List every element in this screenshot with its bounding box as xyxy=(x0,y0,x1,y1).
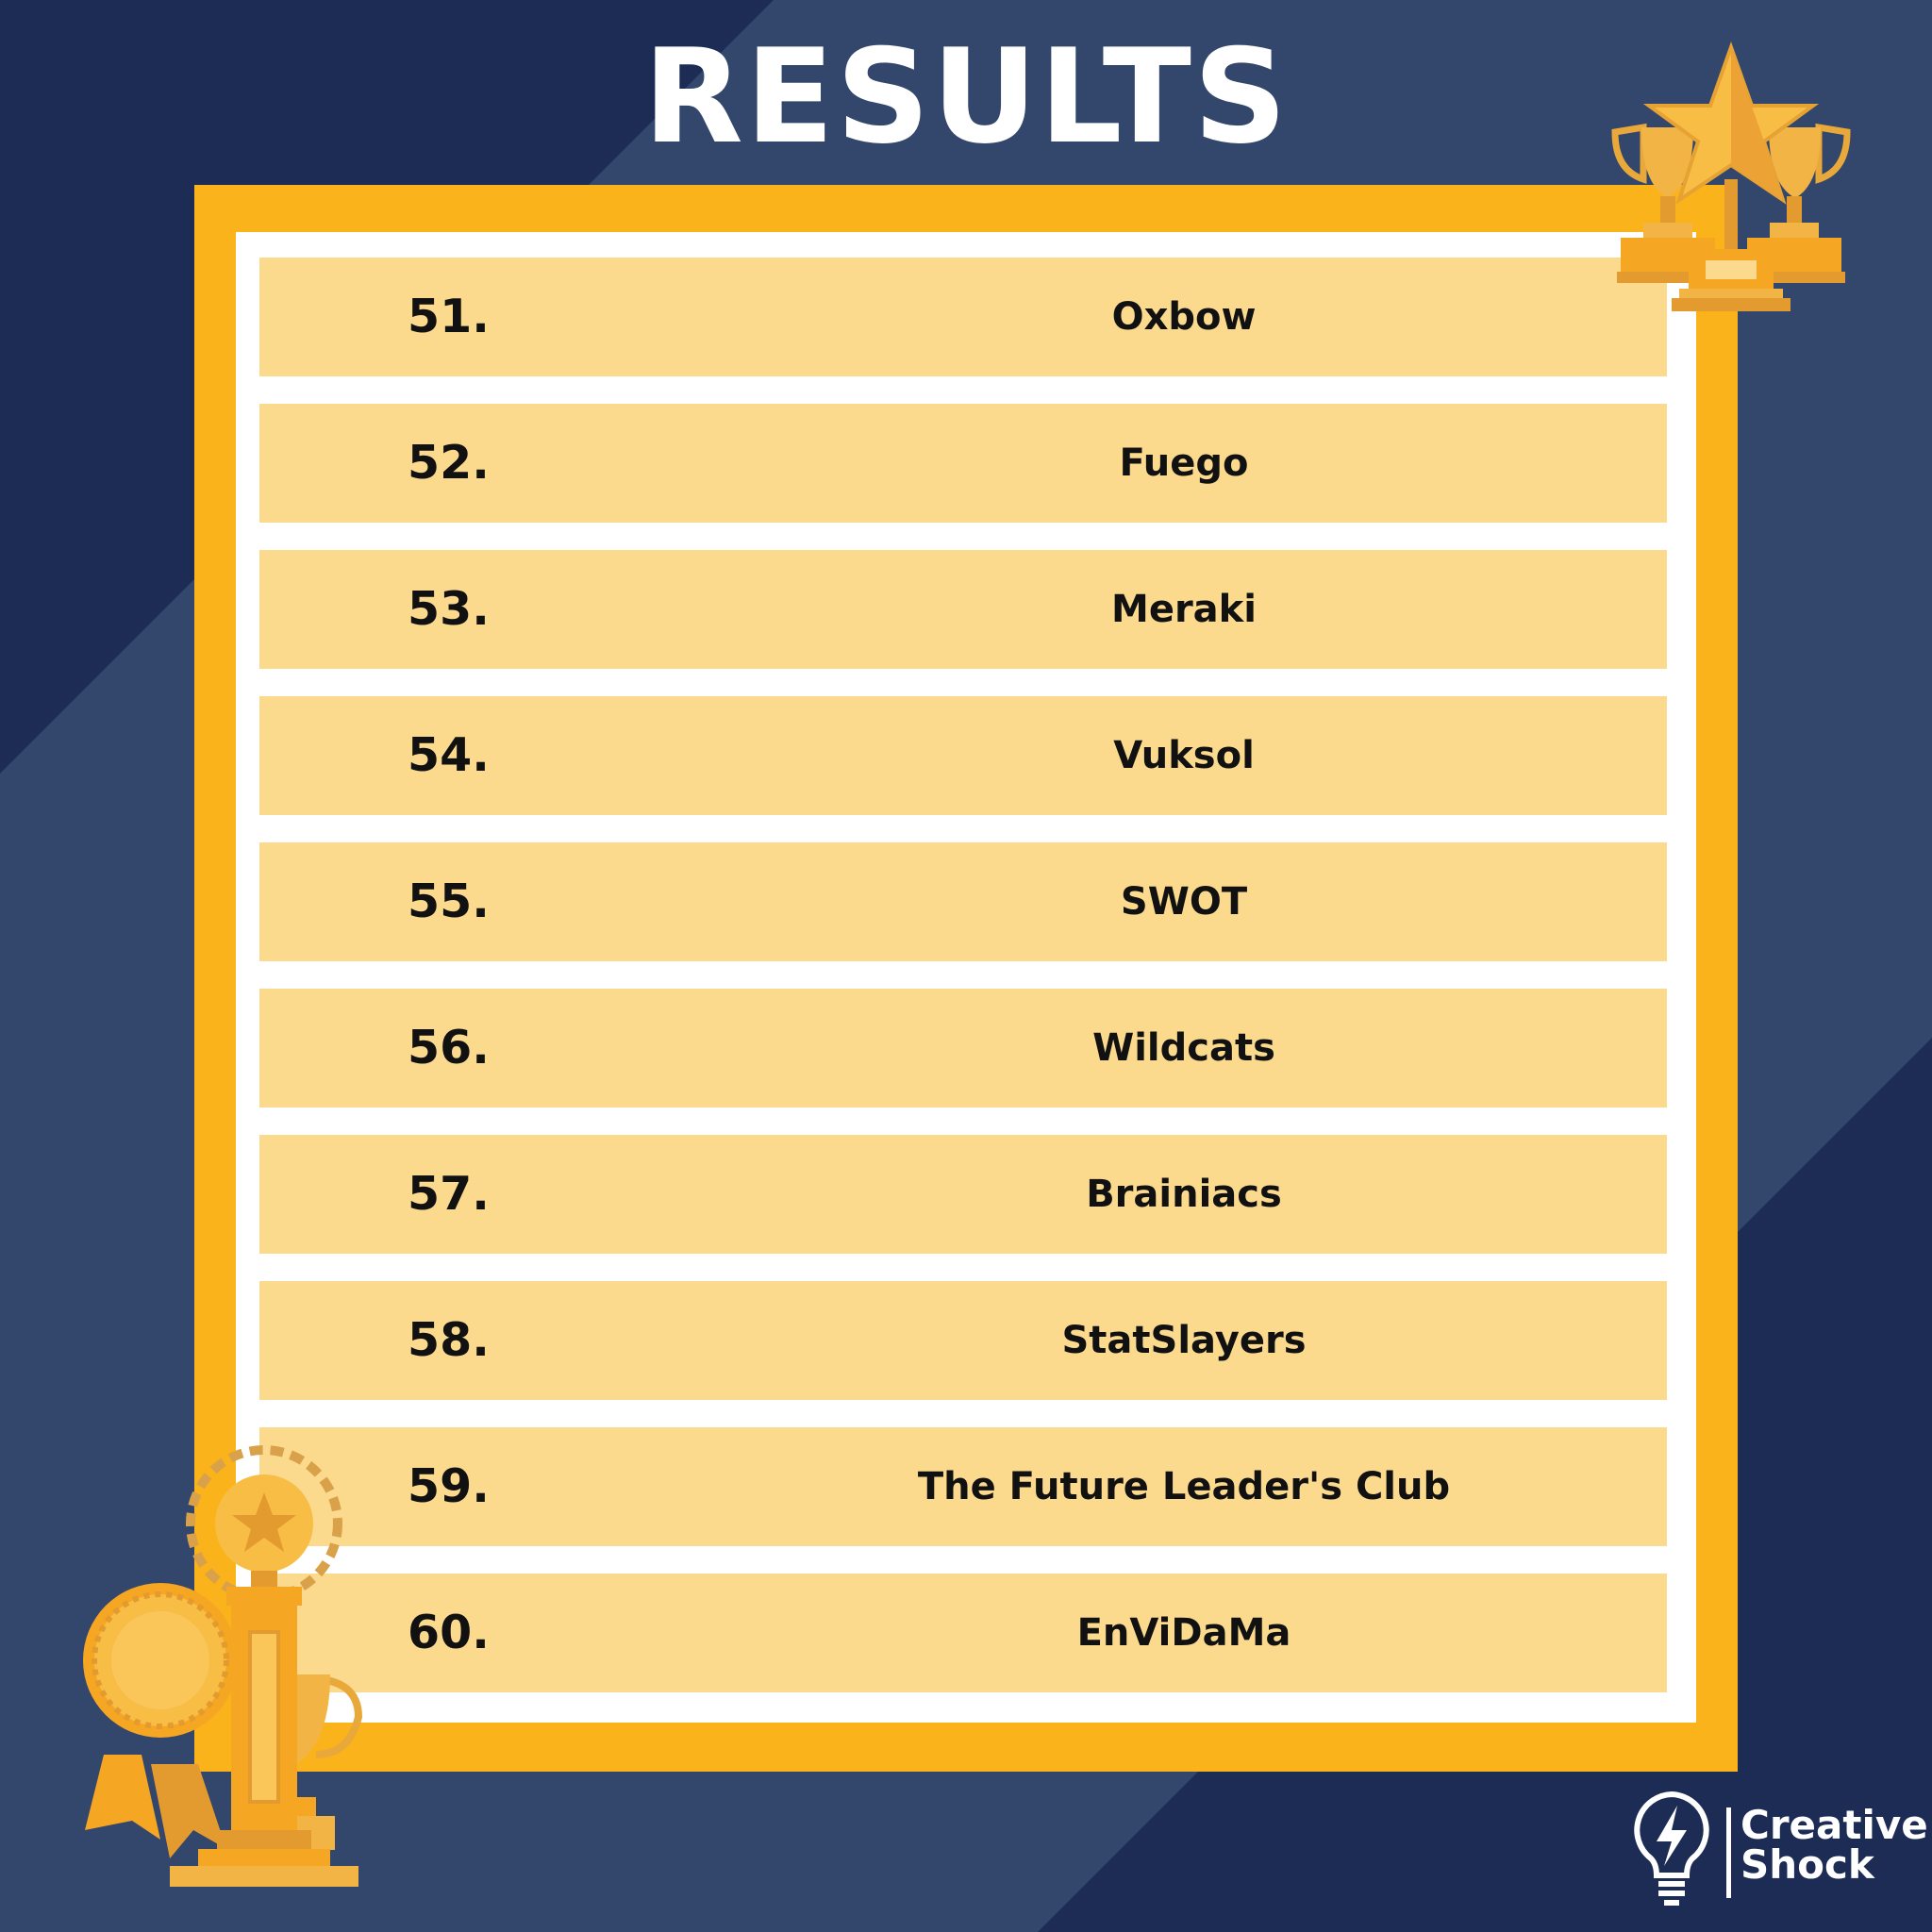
list-item: 56. Wildcats xyxy=(259,989,1667,1108)
list-item: 51. Oxbow xyxy=(259,258,1667,376)
list-item: 53. Meraki xyxy=(259,550,1667,669)
rank: 56. xyxy=(408,1021,490,1074)
lightbulb-bolt-icon xyxy=(1634,1790,1709,1906)
list-item: 60. EnViDaMa xyxy=(259,1574,1667,1692)
list-item: 58. StatSlayers xyxy=(259,1281,1667,1400)
rank: 58. xyxy=(408,1313,490,1367)
rank: 57. xyxy=(408,1167,490,1221)
list-item: 54. Vuksol xyxy=(259,696,1667,815)
rank: 53. xyxy=(408,582,490,636)
logo-divider xyxy=(1726,1807,1731,1898)
brand-logo-text: Creative Shock xyxy=(1740,1806,1928,1885)
rank: 51. xyxy=(408,290,490,343)
team-name: Oxbow xyxy=(1111,295,1257,339)
team-name: Wildcats xyxy=(1092,1026,1275,1070)
brand-line-2: Shock xyxy=(1740,1841,1874,1888)
rank: 54. xyxy=(408,728,490,782)
list-item: 57. Brainiacs xyxy=(259,1135,1667,1254)
team-name: The Future Leader's Club xyxy=(917,1465,1451,1508)
rank: 60. xyxy=(408,1606,490,1659)
team-name: Meraki xyxy=(1111,588,1257,631)
rank: 52. xyxy=(408,436,490,490)
team-name: Fuego xyxy=(1119,441,1249,485)
team-name: EnViDaMa xyxy=(1076,1611,1291,1655)
brand-line-1: Creative xyxy=(1740,1802,1928,1848)
rank: 59. xyxy=(408,1459,490,1513)
list-item: 52. Fuego xyxy=(259,404,1667,523)
list-item: 55. SWOT xyxy=(259,842,1667,961)
team-name: Vuksol xyxy=(1113,734,1255,777)
team-name: Brainiacs xyxy=(1086,1173,1282,1216)
rank: 55. xyxy=(408,874,490,928)
team-name: StatSlayers xyxy=(1061,1319,1307,1362)
list-item: 59. The Future Leader's Club xyxy=(259,1427,1667,1546)
team-name: SWOT xyxy=(1120,880,1248,924)
trophy-star-cluster-icon xyxy=(1611,42,1851,311)
award-rosette-trophy-icon xyxy=(83,1445,363,1887)
